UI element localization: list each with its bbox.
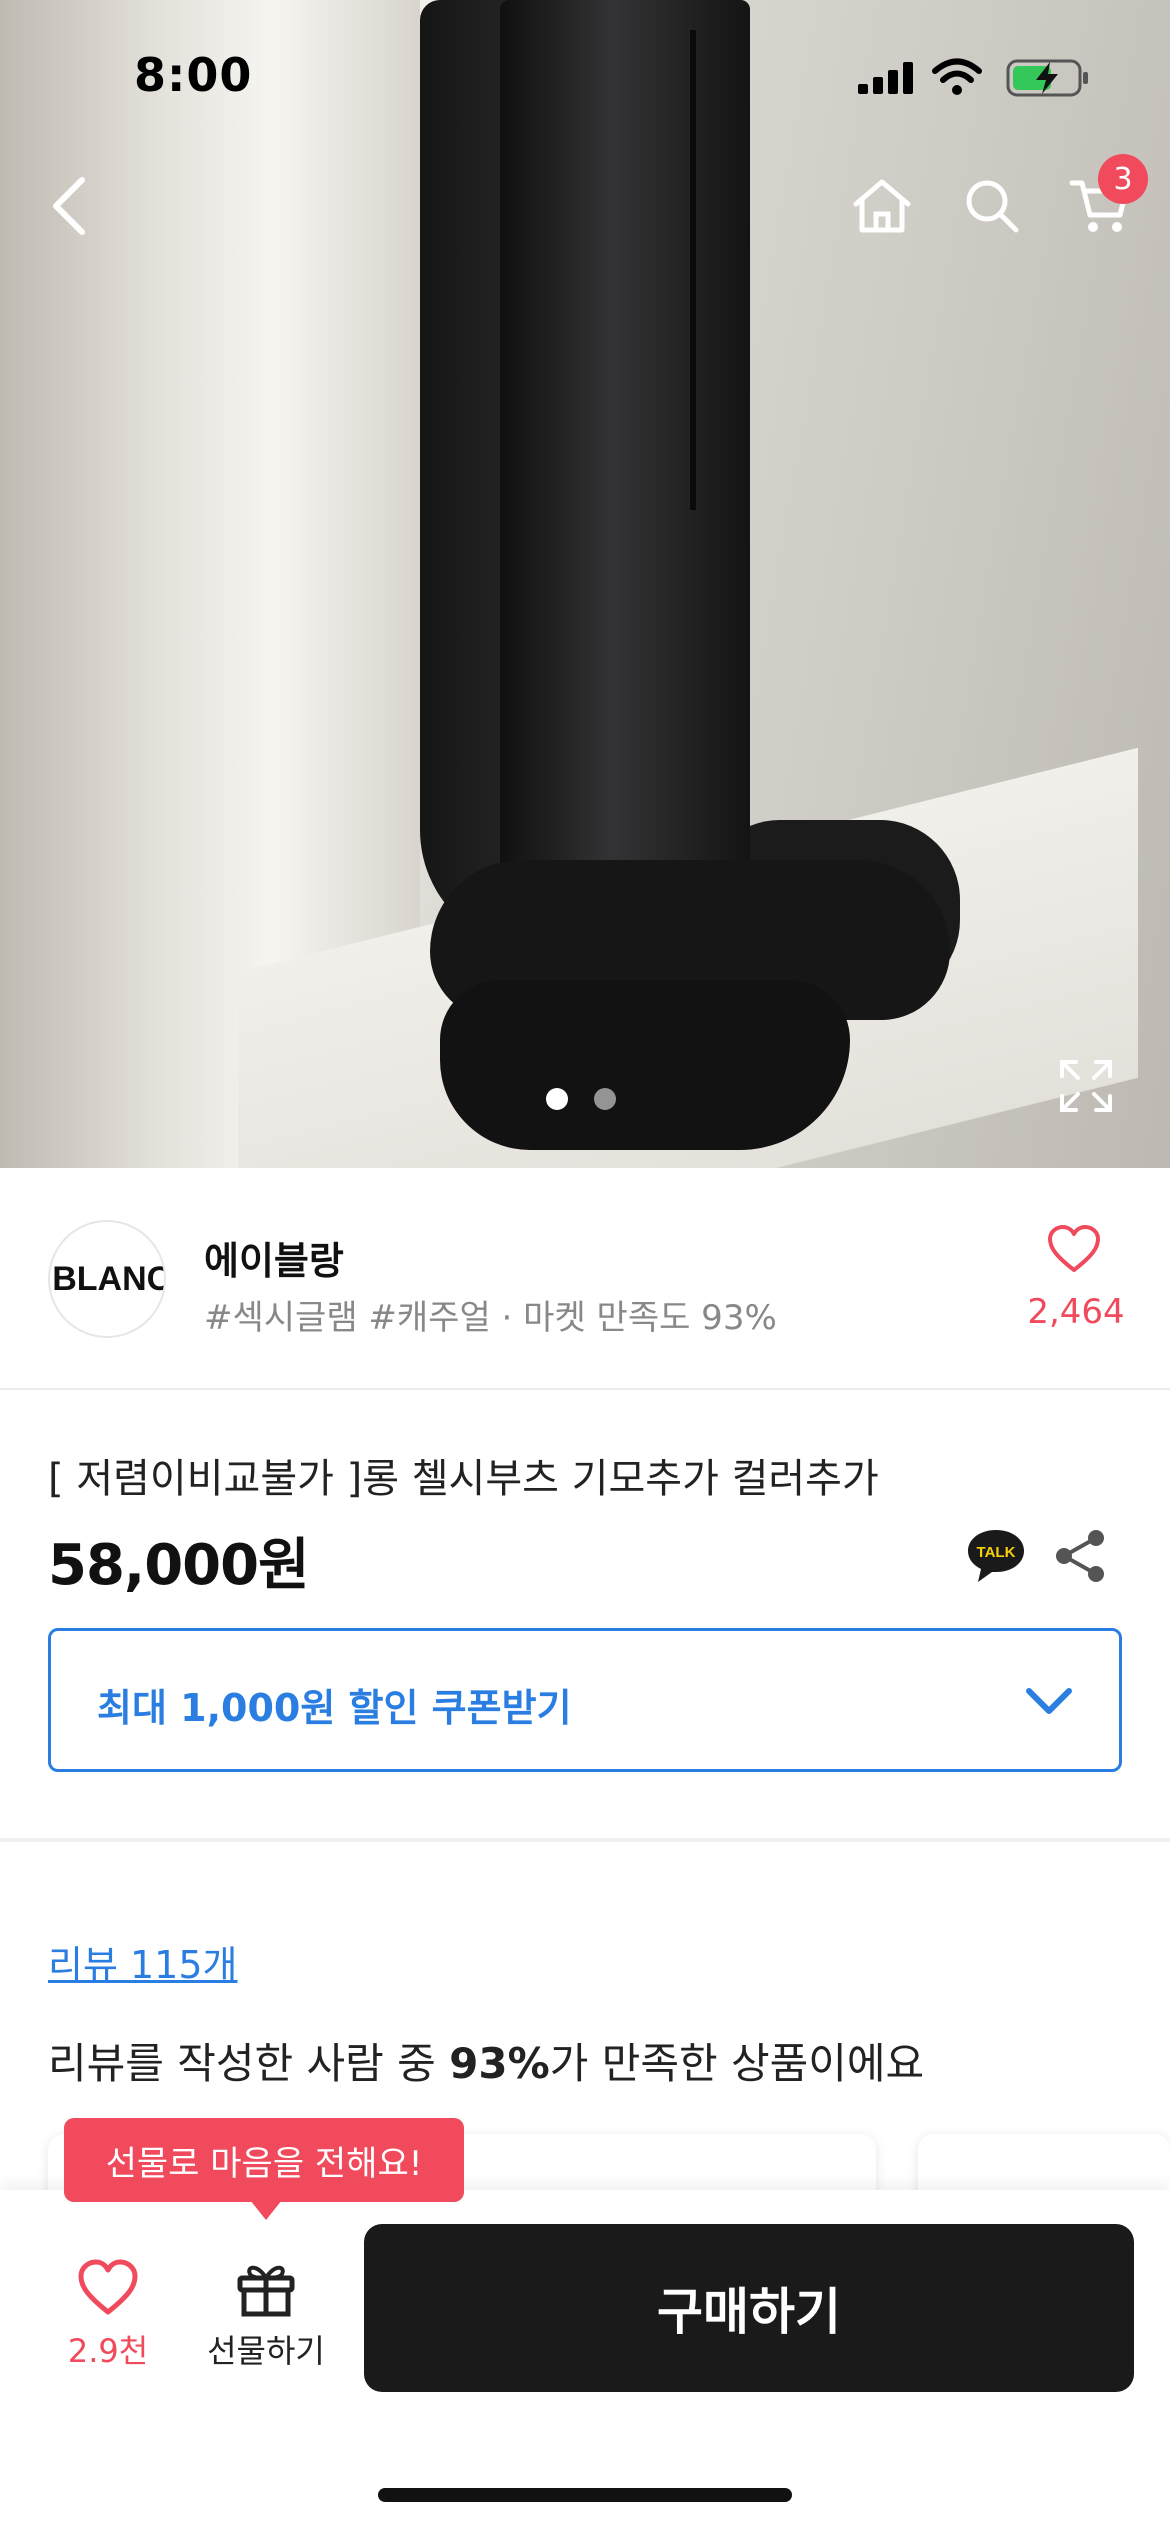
home-icon	[853, 179, 911, 233]
review-summary-prefix: 리뷰를 작성한 사람 중	[48, 2039, 450, 2088]
battery-charging-icon	[1006, 59, 1088, 97]
review-summary-suffix: 가 만족한 상품이에요	[549, 2039, 925, 2088]
gift-tooltip-tail	[250, 2200, 282, 2220]
gift-label: 선물하기	[207, 2332, 325, 2370]
product-title: [ 저렴이비교불가 ]롱 첼시부츠 기모추가 컬러추가	[48, 1456, 879, 1502]
status-bar: 8:00	[0, 0, 1170, 150]
gift-button[interactable]: 선물하기	[196, 2250, 336, 2380]
review-count-link[interactable]: 리뷰 115개	[48, 1934, 238, 1989]
buy-button[interactable]: 구매하기	[364, 2224, 1134, 2392]
seller-logo[interactable]: .BLANC	[48, 1220, 166, 1338]
wishlist-button[interactable]: 2.9천	[48, 2250, 168, 2380]
chevron-left-icon	[53, 177, 85, 235]
gift-tooltip: 선물로 마음을 전해요!	[64, 2118, 464, 2202]
kakao-talk-icon[interactable]: TALK	[964, 1524, 1028, 1588]
seller-favorite-heart-icon[interactable]	[1046, 1222, 1102, 1278]
back-button[interactable]	[30, 166, 110, 246]
gift-icon	[237, 2265, 295, 2317]
status-time: 8:00	[134, 48, 253, 102]
home-button[interactable]	[842, 166, 922, 246]
coupon-label: 최대 1,000원 할인 쿠폰받기	[97, 1686, 572, 1730]
seller-tags: #섹시글램 #캐주얼 · 마켓 만족도 93%	[204, 1298, 777, 1338]
seller-section[interactable]: .BLANC 에이블랑 #섹시글램 #캐주얼 · 마켓 만족도 93% 2,46…	[0, 1168, 1170, 1388]
wifi-icon	[932, 58, 982, 95]
coupon-download-button[interactable]: 최대 1,000원 할인 쿠폰받기	[48, 1628, 1122, 1772]
search-icon	[966, 180, 1019, 233]
home-indicator[interactable]	[378, 2488, 792, 2502]
review-summary-percent: 93%	[449, 2039, 550, 2088]
heart-icon	[78, 2259, 138, 2315]
seller-likes-count: 2,464	[1027, 1292, 1125, 1332]
kakao-talk-label: TALK	[977, 1544, 1016, 1561]
cart-count-badge: 3	[1098, 154, 1148, 204]
search-button[interactable]	[952, 166, 1032, 246]
chevron-down-icon	[1026, 1688, 1072, 1714]
boot-front-sole	[440, 980, 850, 1150]
carousel-dot[interactable]	[594, 1088, 616, 1110]
seller-name[interactable]: 에이블랑	[204, 1230, 344, 1285]
wishlist-count: 2.9천	[67, 2332, 149, 2370]
expand-icon[interactable]	[1056, 1056, 1116, 1116]
cellular-signal-icon	[858, 62, 913, 94]
product-price: 58,000원	[48, 1533, 310, 1598]
carousel-dot-active[interactable]	[546, 1088, 568, 1110]
section-divider	[0, 1838, 1170, 1842]
carousel-indicator	[546, 1088, 616, 1110]
review-summary: 리뷰를 작성한 사람 중 93%가 만족한 상품이에요	[48, 2030, 924, 2091]
share-icon[interactable]	[1050, 1526, 1110, 1586]
seller-logo-text: .BLANC	[48, 1259, 166, 1298]
divider	[0, 1388, 1170, 1390]
